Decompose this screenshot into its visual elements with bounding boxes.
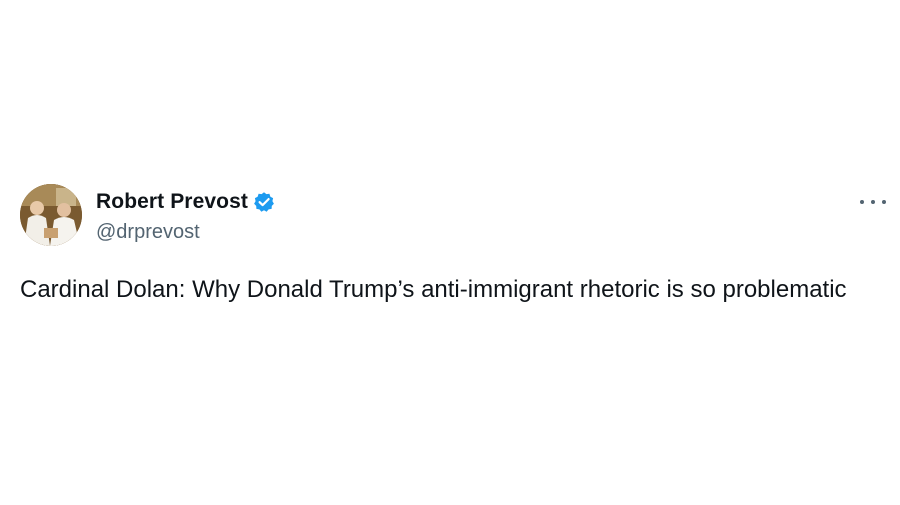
tweet-header: Robert Prevost @drprevost bbox=[20, 184, 275, 246]
more-dot-icon bbox=[882, 200, 886, 204]
avatar-photo-icon bbox=[20, 184, 82, 246]
tweet-card: Robert Prevost @drprevost Cardinal Dolan… bbox=[0, 0, 900, 505]
more-options-button[interactable] bbox=[860, 192, 886, 212]
user-info: Robert Prevost @drprevost bbox=[96, 187, 275, 244]
tweet-text: Cardinal Dolan: Why Donald Trump’s anti-… bbox=[20, 276, 847, 303]
name-row: Robert Prevost bbox=[96, 187, 275, 217]
more-dot-icon bbox=[871, 200, 875, 204]
display-name[interactable]: Robert Prevost bbox=[96, 190, 248, 214]
user-handle[interactable]: @drprevost bbox=[96, 221, 275, 244]
avatar[interactable] bbox=[20, 184, 82, 246]
verified-badge-icon bbox=[253, 191, 275, 213]
more-dot-icon bbox=[860, 200, 864, 204]
